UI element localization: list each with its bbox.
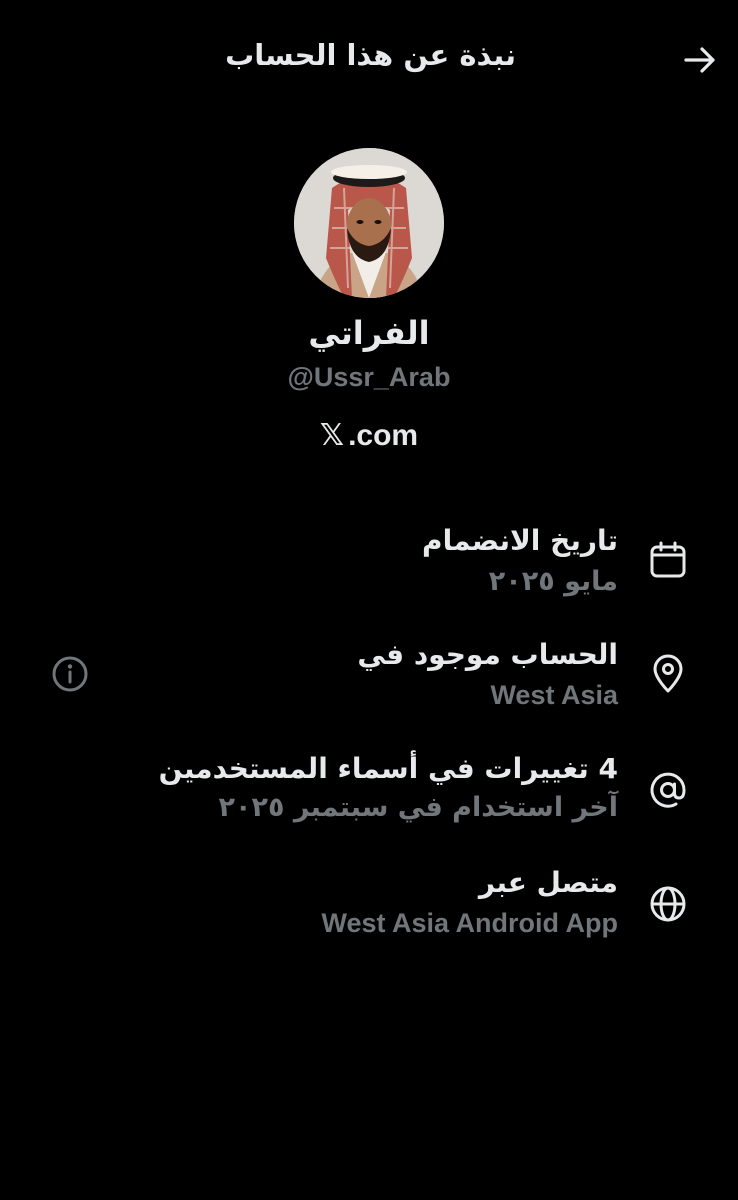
at-sign-icon [646, 768, 690, 812]
detail-subtitle: مايو ٢٠٢٥ [488, 566, 618, 597]
detail-title: 4 تغييرات في أسماء المستخدمين [158, 752, 618, 785]
detail-row-connected-via: متصل عبر West Asia Android App [0, 862, 738, 962]
page-title: نبذة عن هذا الحساب [225, 38, 516, 72]
detail-row-location: الحساب موجود في West Asia [0, 634, 738, 734]
site-link[interactable]: 𝕏 .com [0, 418, 738, 453]
display-name: الفراتي [308, 314, 430, 352]
detail-subtitle: West Asia Android App [321, 908, 618, 938]
location-pin-icon [646, 652, 690, 696]
x-logo: 𝕏 [319, 418, 345, 453]
globe-icon [646, 882, 690, 926]
arrow-right-icon [683, 45, 717, 79]
detail-row-username-changes: 4 تغييرات في أسماء المستخدمين آخر استخدا… [0, 748, 738, 848]
detail-subtitle: West Asia [490, 680, 618, 710]
detail-title: الحساب موجود في [357, 638, 618, 671]
handle: @Ussr_Arab [287, 362, 451, 392]
avatar[interactable] [294, 148, 444, 298]
detail-row-joined: تاريخ الانضمام مايو ٢٠٢٥ [0, 520, 738, 620]
detail-title: تاريخ الانضمام [422, 524, 618, 557]
site-domain: .com [348, 418, 419, 452]
calendar-icon [646, 538, 690, 582]
back-button[interactable] [678, 40, 722, 84]
info-button[interactable] [48, 654, 92, 698]
detail-subtitle: آخر استخدام في سبتمبر ٢٠٢٥ [218, 792, 618, 823]
info-icon [50, 654, 90, 698]
detail-title: متصل عبر [478, 866, 618, 899]
